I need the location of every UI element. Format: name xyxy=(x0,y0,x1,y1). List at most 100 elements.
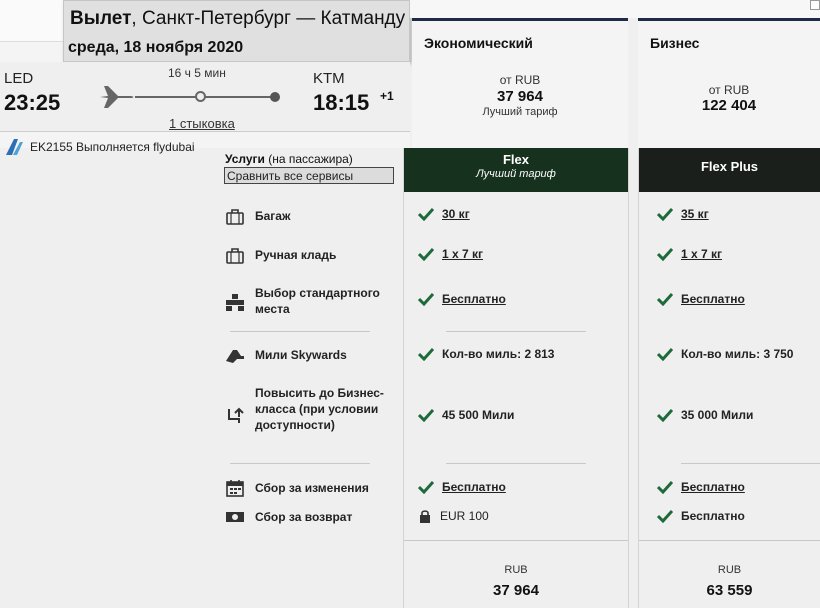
flydubai-logo-icon xyxy=(6,139,23,155)
fare-cell-seat[interactable]: Бесплатно xyxy=(657,292,745,306)
fare-divider xyxy=(681,463,820,464)
class-from-label: от RUB xyxy=(708,83,750,97)
fare-value: 45 500 Мили xyxy=(442,408,515,422)
fare-value: Бесплатно xyxy=(442,292,506,306)
services-title-rest: (на пассажира) xyxy=(264,152,353,166)
fare-header[interactable]: Flex Лучший тариф xyxy=(404,148,628,192)
services-divider xyxy=(230,463,370,464)
fare-value: Бесплатно xyxy=(681,292,745,306)
check-icon xyxy=(418,292,434,306)
fare-cell-hand-luggage[interactable]: 1 x 7 кг xyxy=(418,247,483,261)
route-title-rest: , Санкт-Петербург — Катманду xyxy=(131,8,406,29)
fare-name: Flex Plus xyxy=(700,159,759,174)
check-icon xyxy=(418,347,434,361)
header-bar xyxy=(0,0,64,42)
check-icon xyxy=(418,247,434,261)
fare-value: EUR 100 xyxy=(440,509,489,523)
fare-column-flex-plus[interactable]: Flex Plus 35 кг 1 x 7 кг Бесплатно Кол-в… xyxy=(638,148,820,608)
airline-info-text: EK2155 Выполняется flydubai xyxy=(30,140,195,154)
fare-cell-upgrade: 35 000 Мили xyxy=(657,408,753,422)
fare-cell-change-fee[interactable]: Бесплатно xyxy=(657,480,745,494)
fare-bottom-divider xyxy=(639,540,820,541)
class-card-economy[interactable]: Экономический от RUB 37 964 Лучший тариф xyxy=(412,18,628,148)
airline-info: EK2155 Выполняется flydubai xyxy=(4,138,195,156)
fare-value: Кол-во миль: 3 750 xyxy=(681,347,794,361)
flight-date: среда, 18 ноября 2020 xyxy=(68,39,244,56)
service-label-hand-luggage: Ручная кладь xyxy=(255,248,337,262)
services-title-bold: Услуги xyxy=(225,152,265,166)
fare-value: Бесплатно xyxy=(442,480,506,494)
check-icon xyxy=(418,480,434,494)
refund-money-icon xyxy=(226,512,244,522)
service-label-change-fee: Сбор за изменения xyxy=(255,481,369,495)
hand-luggage-icon xyxy=(226,248,244,264)
check-icon xyxy=(657,347,673,361)
class-name: Экономический xyxy=(424,35,533,51)
fare-total-currency: RUB xyxy=(504,564,528,576)
top-strip xyxy=(410,0,820,18)
fare-value: Кол-во миль: 2 813 xyxy=(442,347,555,361)
check-icon xyxy=(418,207,434,221)
services-divider xyxy=(230,331,370,332)
check-icon xyxy=(657,408,673,422)
class-price: 37 964 xyxy=(497,88,543,105)
fare-value: Бесплатно xyxy=(681,509,745,523)
seat-selection-icon xyxy=(226,294,244,311)
flight-details[interactable]: LED 23:25 16 ч 5 мин 1 стыковка KTM 18:1… xyxy=(0,62,410,132)
origin-time: 23:25 xyxy=(4,90,61,115)
fare-cell-miles: Кол-во миль: 3 750 xyxy=(657,347,793,361)
fare-value: 1 x 7 кг xyxy=(681,247,723,261)
fare-cell-hand-luggage[interactable]: 1 x 7 кг xyxy=(657,247,722,261)
stops-link[interactable]: 1 стыковка xyxy=(169,116,235,131)
fare-divider xyxy=(446,331,586,332)
route-title-bold: Вылет xyxy=(70,8,132,29)
day-offset: +1 xyxy=(380,89,394,103)
fare-cell-miles: Кол-во миль: 2 813 xyxy=(418,347,554,361)
check-icon xyxy=(657,247,673,261)
plane-icon xyxy=(100,86,134,108)
service-label-baggage: Багаж xyxy=(255,209,291,223)
fare-name: Flex xyxy=(502,152,529,167)
fare-total-price: 37 964 xyxy=(493,582,539,599)
fare-value: 30 кг xyxy=(442,207,470,221)
stopover-dot xyxy=(195,91,206,102)
flight-duration: 16 ч 5 мин xyxy=(168,66,226,80)
fare-total-currency: RUB xyxy=(717,564,742,576)
upgrade-seat-icon xyxy=(228,407,244,423)
class-note: Лучший тариф xyxy=(482,106,558,118)
destination-dot xyxy=(270,92,280,102)
class-name: Бизнес xyxy=(650,35,700,51)
corner-box xyxy=(810,0,820,10)
check-icon xyxy=(657,292,673,306)
fare-bottom-divider xyxy=(404,540,628,541)
fare-column-flex[interactable]: Flex Лучший тариф 30 кг 1 x 7 кг Бесплат… xyxy=(403,148,629,608)
fare-cell-upgrade: 45 500 Мили xyxy=(418,408,514,422)
fare-header[interactable]: Flex Plus xyxy=(639,148,820,192)
calendar-change-icon xyxy=(226,480,244,497)
lock-icon xyxy=(420,510,430,523)
destination-time: 18:15 xyxy=(313,90,370,115)
fare-value: 1 x 7 кг xyxy=(442,247,484,261)
baggage-icon xyxy=(226,209,244,225)
fare-cell-baggage[interactable]: 30 кг xyxy=(418,207,470,221)
fare-divider xyxy=(446,463,586,464)
class-card-business[interactable]: Бизнес от RUB 122 404 xyxy=(638,18,820,148)
check-icon xyxy=(657,207,673,221)
fare-cell-refund-fee: Бесплатно xyxy=(657,509,745,523)
fare-cell-baggage[interactable]: 35 кг xyxy=(657,207,709,221)
fare-subtitle: Лучший тариф xyxy=(476,168,556,180)
fare-value: 35 000 Мили xyxy=(681,408,754,422)
fare-cell-change-fee[interactable]: Бесплатно xyxy=(418,480,506,494)
skywards-miles-icon xyxy=(226,350,244,363)
class-from-label: от RUB xyxy=(499,73,541,87)
service-label-upgrade: Повысить до Бизнес-класса (при условии д… xyxy=(255,386,384,432)
fare-value: Бесплатно xyxy=(681,480,745,494)
service-label-skywards: Мили Skywards xyxy=(255,348,347,362)
compare-services-button[interactable]: Сравнить все сервисы xyxy=(224,167,394,184)
destination-code: KTM xyxy=(313,70,345,87)
fare-cell-seat[interactable]: Бесплатно xyxy=(418,292,506,306)
class-price: 122 404 xyxy=(701,97,757,114)
check-icon xyxy=(657,509,673,523)
route-title: Вылет, Санкт-Петербург — Катманду xyxy=(70,8,405,30)
service-label-refund-fee: Сбор за возврат xyxy=(255,510,353,524)
